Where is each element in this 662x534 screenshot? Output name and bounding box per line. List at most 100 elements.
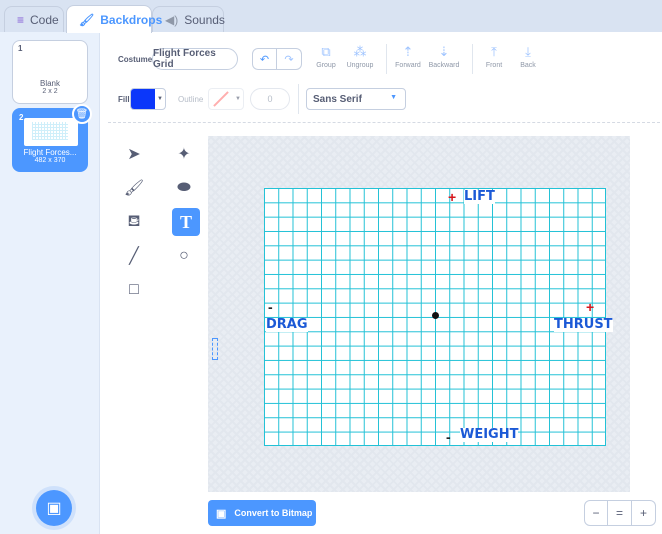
zoom-in-button[interactable]: + (632, 500, 656, 526)
font-dropdown[interactable]: Sans Serif ▼ (306, 88, 406, 110)
reshape-tool[interactable]: ✦ (170, 140, 198, 168)
toolbar-divider (472, 44, 473, 74)
image-icon: ▣ (216, 507, 227, 520)
backdrop-name: Flight Forces... (23, 148, 77, 157)
backdrop-canvas[interactable]: + LIFT - DRAG + THRUST - WEIGHT (264, 188, 613, 446)
backdrop-item-blank[interactable]: 1 Blank 2 x 2 (12, 40, 88, 104)
convert-to-bitmap-button[interactable]: ▣ Convert to Bitmap (208, 500, 316, 526)
speaker-icon: ◀) (165, 12, 179, 27)
lift-label: LIFT (464, 189, 495, 204)
forward-button[interactable]: ⇡ Forward (388, 44, 428, 69)
rectangle-icon: □ (129, 281, 139, 298)
redo-icon: ↷ (284, 53, 294, 66)
backdrop-item-flight-forces[interactable]: 2 Flight Forces... 482 x 370 🗑 (12, 104, 92, 172)
tab-sounds[interactable]: ◀) Sounds (152, 6, 225, 32)
outline-width-input[interactable]: 0 (250, 88, 290, 110)
fill-color-picker[interactable]: ▼ (130, 88, 166, 110)
choose-backdrop-button[interactable]: ▣ (36, 490, 72, 526)
backdrop-thumbnail (24, 118, 78, 146)
tab-backdrops-label: Backdrops (100, 12, 163, 27)
fill-tool[interactable]: ⛾ (120, 208, 148, 236)
lift-plus-sign: + (448, 189, 457, 205)
backward-icon: ⇣ (438, 44, 450, 59)
chevron-down-icon: ▼ (157, 96, 163, 102)
zoom-reset-icon: = (615, 506, 623, 520)
brush-tool[interactable]: 🖌 (120, 174, 148, 202)
tab-backdrops[interactable]: 🖌 Backdrops (66, 5, 162, 33)
backdrop-number: 1 (18, 44, 23, 53)
costume-name-input[interactable]: Flight Forces Grid (152, 48, 238, 70)
forward-icon: ⇡ (402, 44, 414, 59)
ungroup-button[interactable]: ⁂ Ungroup (340, 44, 380, 69)
delete-icon[interactable]: 🗑 (72, 104, 92, 124)
forward-label: Forward (395, 62, 421, 69)
backward-button[interactable]: ⇣ Backward (424, 44, 464, 69)
paintbrush-icon: 🖌 (79, 12, 95, 27)
zoom-reset-button[interactable]: = (608, 500, 632, 526)
front-label: Front (485, 62, 503, 69)
ungroup-label: Ungroup (346, 62, 374, 69)
back-icon: ⤓ (525, 44, 531, 59)
eraser-icon: ⬬ (177, 179, 191, 196)
fill-label: Fill (118, 95, 130, 104)
zoom-out-button[interactable]: − (584, 500, 608, 526)
text-tool[interactable]: T (172, 208, 200, 236)
backdrop-name: Blank (39, 79, 60, 88)
outline-color-picker[interactable]: ▼ (208, 88, 244, 110)
backdrop-size: 482 x 370 (34, 157, 66, 164)
pointer-icon: ➤ (127, 146, 141, 163)
reshape-icon: ✦ (177, 146, 191, 163)
scroll-handle[interactable] (212, 338, 218, 360)
thrust-label: THRUST (554, 317, 613, 332)
backdrop-list: 1 Blank 2 x 2 2 Flight Forces... 482 x 3… (0, 32, 100, 534)
paint-editor: Costume Flight Forces Grid ↶ ↷ ⧉ Group ⁂… (100, 32, 662, 534)
text-icon: T (179, 211, 192, 232)
ungroup-icon: ⁂ (353, 44, 367, 59)
circle-icon: ○ (179, 247, 189, 264)
weight-label: WEIGHT (460, 427, 519, 442)
tab-code-label: Code (30, 12, 59, 27)
circle-tool[interactable]: ○ (170, 242, 198, 270)
back-button[interactable]: ⤓ Back (508, 44, 548, 69)
back-label: Back (520, 62, 536, 69)
undo-button[interactable]: ↶ (252, 48, 277, 70)
undo-icon: ↶ (259, 53, 270, 66)
zoom-out-icon: − (592, 506, 600, 520)
brush-icon: 🖌 (123, 180, 145, 197)
center-point (432, 312, 439, 319)
costume-label: Costume (118, 55, 153, 64)
paint-bucket-icon: ⛾ (127, 213, 141, 230)
line-icon: ╱ (129, 248, 139, 265)
toolbar-divider (386, 44, 387, 74)
weight-minus-sign: - (446, 429, 451, 445)
zoom-controls: − = + (584, 500, 658, 526)
backdrop-size: 2 x 2 (42, 88, 58, 95)
line-tool[interactable]: ╱ (120, 242, 148, 270)
group-label: Group (316, 62, 336, 69)
thrust-plus-sign: + (586, 299, 595, 315)
code-icon: ≡ (17, 12, 25, 27)
toolbar-divider (108, 122, 660, 123)
outline-label: Outline (178, 95, 204, 104)
eraser-tool[interactable]: ⬬ (170, 174, 198, 202)
tab-code[interactable]: ≡ Code (4, 6, 64, 32)
redo-button[interactable]: ↷ (277, 48, 302, 70)
rectangle-tool[interactable]: □ (120, 276, 148, 304)
toolbar-divider (298, 84, 299, 114)
undo-redo-group: ↶ ↷ (252, 48, 302, 70)
no-outline-icon (209, 89, 233, 109)
editor-tabs: ≡ Code 🖌 Backdrops ◀) Sounds (0, 0, 662, 33)
font-value: Sans Serif (313, 93, 362, 105)
drag-label: DRAG (266, 317, 308, 332)
chevron-down-icon: ▼ (390, 94, 397, 101)
backward-label: Backward (428, 62, 460, 69)
paint-canvas[interactable]: + LIFT - DRAG + THRUST - WEIGHT (208, 136, 630, 492)
tab-sounds-label: Sounds (184, 12, 225, 27)
convert-label: Convert to Bitmap (234, 508, 313, 518)
add-image-icon: ▣ (46, 500, 62, 517)
zoom-in-icon: + (639, 506, 647, 520)
chevron-down-icon: ▼ (235, 96, 241, 102)
fill-color-swatch (131, 89, 155, 109)
select-tool[interactable]: ➤ (120, 140, 148, 168)
drag-minus-sign: - (268, 299, 273, 315)
